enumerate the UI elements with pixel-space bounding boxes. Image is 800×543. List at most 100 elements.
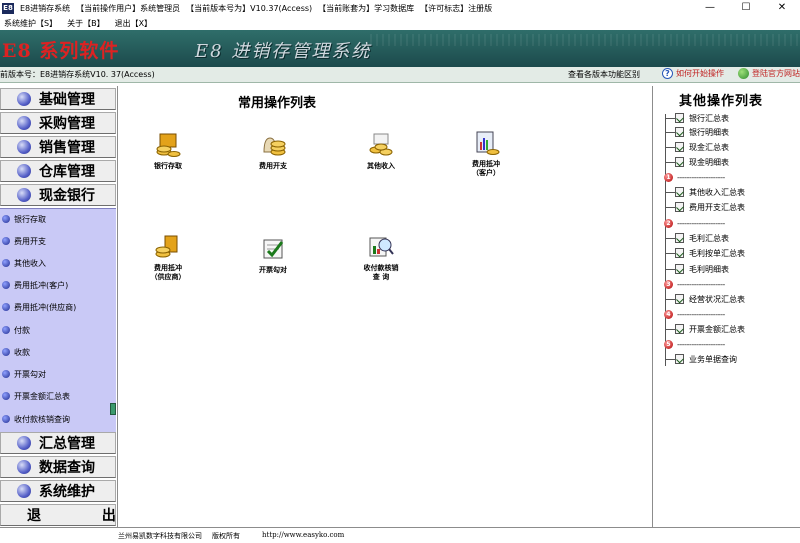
report-other-income-summary[interactable]: 其他收入汇总表 [659,185,799,199]
report-cash-detail[interactable]: 现金明细表 [659,155,799,169]
report-invoice-amount-summary[interactable]: 开票金额汇总表 [659,322,799,336]
group-separator-2: 2 -------------------- [659,218,799,228]
footer-url[interactable]: http://www.easyko.com [262,531,344,539]
op-payment-writeoff-query[interactable]: 收付款核销 查 询 [346,232,416,281]
subnav-bank-deposit[interactable]: 银行存取 [0,210,110,228]
group-separator-5: 5 -------------------- [659,339,799,349]
sub-bullet-icon [2,392,10,400]
nav-sales-management[interactable]: 销售管理 [0,136,116,158]
nav-warehouse-management[interactable]: 仓库管理 [0,160,116,182]
nav-data-query[interactable]: 数据查询 [0,456,116,478]
subnav-label: 付款 [14,325,30,335]
op-expense[interactable]: 费用开支 [238,130,308,170]
op-invoice-check[interactable]: 开票勾对 [238,234,308,274]
separator-dashes: -------------------- [677,279,725,289]
report-label: 经营状况汇总表 [689,294,745,304]
op-expense-offset-supplier[interactable]: 费用抵冲 （供应商） [133,232,203,281]
subnav-receipt[interactable]: 收款 [0,343,110,361]
nav-purchase-management[interactable]: 采购管理 [0,112,116,134]
report-gross-profit-by-order[interactable]: 毛利按单汇总表 [659,246,799,260]
nav-label: 仓库管理 [39,164,95,180]
op-bank-deposit[interactable]: 银行存取 [133,130,203,170]
op-label: 收付款核销 查 询 [363,263,399,281]
app-icon: E8 [2,2,14,14]
op-label: 开票勾对 [259,265,287,274]
subnav-label: 费用抵冲(客户) [14,280,69,290]
report-cash-summary[interactable]: 现金汇总表 [659,140,799,154]
report-label: 银行明细表 [689,127,729,137]
header-banner: E8 系列软件 E8 进销存管理系统 [0,30,800,67]
nav-basic-management[interactable]: 基础管理 [0,88,116,110]
separator-dashes: -------------------- [677,339,725,349]
title-license: 【许可标志】注册版 [420,3,493,13]
subnav-expense-offset-customer[interactable]: 费用抵冲(客户) [0,276,110,294]
panel-title: 常用操作列表 [238,96,317,111]
report-business-status-summary[interactable]: 经营状况汇总表 [659,292,799,306]
report-doc-icon [675,187,684,197]
bank-deposit-icon [156,133,181,157]
report-gross-profit-detail[interactable]: 毛利明细表 [659,262,799,276]
nav-label: 汇总管理 [39,436,95,452]
subnav-other-income[interactable]: 其他收入 [0,254,110,272]
sub-bullet-icon [2,237,10,245]
how-to-start-link[interactable]: ? 如何开始操作 [662,68,724,79]
question-icon: ? [662,68,673,79]
subnav-expense[interactable]: 费用开支 [0,232,110,250]
nav-summary-management[interactable]: 汇总管理 [0,432,116,454]
report-doc-icon [675,202,684,212]
report-label: 费用开支汇总表 [689,202,745,212]
submenu-scroll-handle[interactable] [110,403,116,415]
report-label: 银行汇总表 [689,113,729,123]
nav-system-maintenance[interactable]: 系统维护 [0,480,116,502]
minimize-button[interactable]: — [692,0,728,16]
version-bar: 前版本号：E8进销存系统V10. 37(Access) 查看各版本功能区别 ? … [0,67,800,83]
menu-about[interactable]: 关于【B】 [67,18,105,29]
report-bank-detail[interactable]: 银行明细表 [659,125,799,139]
subnav-payment[interactable]: 付款 [0,321,110,339]
op-label: 银行存取 [154,161,182,170]
report-doc-icon [675,233,684,243]
op-expense-offset-customer[interactable]: 费用抵冲 （客户） [451,128,521,177]
report-doc-icon [675,142,684,152]
expense-offset-supplier-icon [155,235,178,258]
report-label: 现金汇总表 [689,142,729,152]
nav-exit[interactable]: 退 出 [0,504,116,526]
report-expense-summary[interactable]: 费用开支汇总表 [659,200,799,214]
subnav-invoice-summary[interactable]: 开票金额汇总表 [0,387,110,405]
report-bank-summary[interactable]: 银行汇总表 [659,111,799,125]
subnav-invoice-check[interactable]: 开票勾对 [0,365,110,383]
official-site-label: 登陆官方网站 [752,69,800,78]
group-number-icon: 5 [664,339,673,349]
menu-exit[interactable]: 退出【X】 [115,18,152,29]
title-account-set: 【当前账套为】学习数据库 [318,3,415,13]
group-separator-4: 4 -------------------- [659,309,799,319]
close-button[interactable]: ✕ [764,0,800,16]
report-doc-icon [675,157,684,167]
system-title: E8 进销存管理系统 [195,41,372,62]
nav-bullet-icon [17,116,31,130]
subnav-expense-offset-supplier[interactable]: 费用抵冲(供应商) [0,298,110,316]
subnav-label: 其他收入 [14,258,46,268]
separator-dashes: -------------------- [677,218,725,228]
op-other-income[interactable]: 其他收入 [346,130,416,170]
separator-dashes: -------------------- [677,172,725,182]
sub-bullet-icon [2,259,10,267]
subnav-payment-writeoff-query[interactable]: 收付款核销查询 [0,410,110,428]
sub-bullet-icon [2,281,10,289]
tree-branch [665,191,675,193]
report-business-document-query[interactable]: 业务单据查询 [659,352,799,366]
maximize-button[interactable]: ☐ [728,0,764,16]
report-label: 毛利按单汇总表 [689,248,745,258]
group-separator-1: 1 -------------------- [659,172,799,182]
banner-decoration [370,34,800,46]
group-number-icon: 4 [664,309,673,319]
tree-branch [665,161,675,163]
compare-versions-link[interactable]: 查看各版本功能区别 [568,69,640,80]
title-current-user: 【当前操作用户】系统管理员 [76,3,181,13]
nav-cash-bank[interactable]: 现金银行 [0,184,116,206]
official-site-link[interactable]: 登陆官方网站 [738,68,800,79]
nav-bullet-icon [17,164,31,178]
menu-system-maintenance[interactable]: 系统维护【S】 [4,18,57,29]
report-gross-profit-summary[interactable]: 毛利汇总表 [659,231,799,245]
sub-bullet-icon [2,348,10,356]
